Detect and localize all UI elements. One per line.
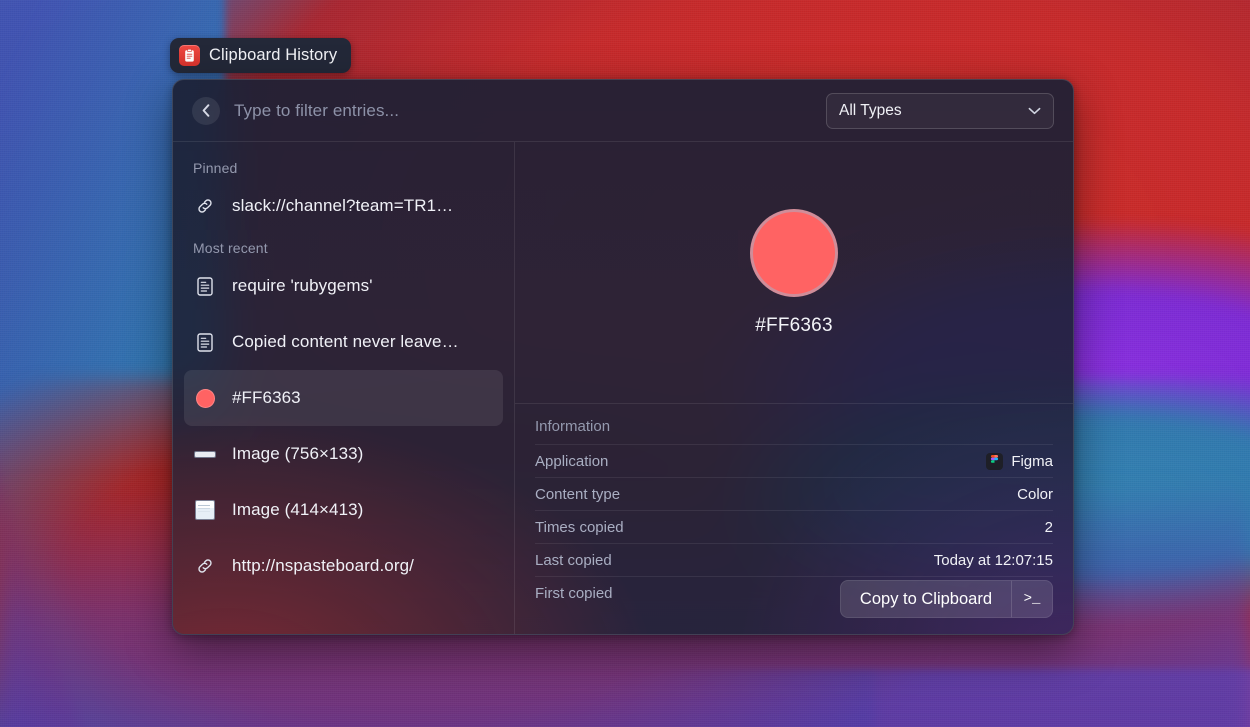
list-item[interactable]: require 'rubygems' xyxy=(184,258,503,314)
chevron-left-icon xyxy=(202,104,210,117)
link-icon xyxy=(194,556,216,576)
color-hex-label: #FF6363 xyxy=(755,314,833,336)
list-item[interactable]: Image (756×133) xyxy=(184,426,503,482)
image-thumb-square-icon xyxy=(194,500,216,520)
info-row-last-copied: Last copied Today at 12:07:15 xyxy=(535,543,1053,576)
document-icon xyxy=(194,332,216,352)
app-title-pill: Clipboard History xyxy=(170,38,352,73)
list-item-label: Image (756×133) xyxy=(232,444,364,463)
list-item[interactable]: slack://channel?team=TR1… xyxy=(184,178,503,234)
list-item-label: Copied content never leave… xyxy=(232,332,459,351)
info-value: 2 xyxy=(1044,518,1053,536)
window-body: Pinned slack://channel?team=TR1… Most re… xyxy=(173,142,1073,634)
image-thumbnail xyxy=(195,500,215,520)
color-preview-area: #FF6363 xyxy=(515,142,1073,404)
info-value: Color xyxy=(1017,485,1053,503)
list-item-label: http://nspasteboard.org/ xyxy=(232,556,414,575)
info-row-application: Application Figma xyxy=(535,444,1053,477)
list-item[interactable]: Image (414×413) xyxy=(184,482,503,538)
search-input[interactable] xyxy=(234,100,812,121)
link-icon xyxy=(194,196,216,216)
group-label-pinned: Pinned xyxy=(193,160,238,176)
information-heading: Information xyxy=(535,418,611,435)
window-header: All Types xyxy=(173,80,1073,142)
info-key: Times copied xyxy=(535,518,624,536)
info-key: Content type xyxy=(535,485,621,503)
list-item-label: #FF6363 xyxy=(232,388,301,407)
color-preview-circle xyxy=(750,208,838,297)
info-value-text: Figma xyxy=(1011,452,1053,470)
list-item[interactable]: http://nspasteboard.org/ xyxy=(184,538,503,594)
info-row-times-copied: Times copied 2 xyxy=(535,510,1053,543)
info-value: Today at 12:07:15 xyxy=(933,551,1053,569)
color-swatch-icon xyxy=(194,388,216,408)
chevron-down-icon xyxy=(1028,107,1041,114)
type-filter-label: All Types xyxy=(839,101,902,119)
image-thumbnail xyxy=(194,450,216,458)
document-icon xyxy=(194,276,216,296)
terminal-icon[interactable]: >_ xyxy=(1011,580,1053,618)
list-item-label: Image (414×413) xyxy=(232,500,364,519)
info-key: First copied xyxy=(535,584,613,602)
figma-icon xyxy=(986,452,1004,470)
image-thumb-wide-icon xyxy=(194,450,216,458)
copy-action-group: Copy to Clipboard >_ xyxy=(839,580,1053,618)
list-item[interactable]: Copied content never leave… xyxy=(184,314,503,370)
back-button[interactable] xyxy=(192,96,220,125)
list-item-selected[interactable]: #FF6363 xyxy=(184,370,503,426)
clipboard-history-window: All Types Pinned slack://channel?team=TR… xyxy=(172,79,1074,635)
info-row-content-type: Content type Color xyxy=(535,477,1053,510)
color-swatch-dot xyxy=(195,388,215,408)
group-label-most-recent: Most recent xyxy=(193,240,268,256)
info-key: Last copied xyxy=(535,551,612,569)
copy-to-clipboard-button[interactable]: Copy to Clipboard xyxy=(839,580,1011,618)
type-filter-select[interactable]: All Types xyxy=(826,92,1054,129)
app-title-label: Clipboard History xyxy=(209,46,338,64)
list-item-label: slack://channel?team=TR1… xyxy=(232,196,454,215)
info-value: Figma xyxy=(986,452,1053,470)
detail-panel: #FF6363 Information Application Figma Co… xyxy=(515,142,1073,634)
list-item-label: require 'rubygems' xyxy=(232,276,373,295)
clipboard-icon xyxy=(179,45,200,66)
entries-sidebar[interactable]: Pinned slack://channel?team=TR1… Most re… xyxy=(173,142,515,634)
info-key: Application xyxy=(535,452,609,470)
